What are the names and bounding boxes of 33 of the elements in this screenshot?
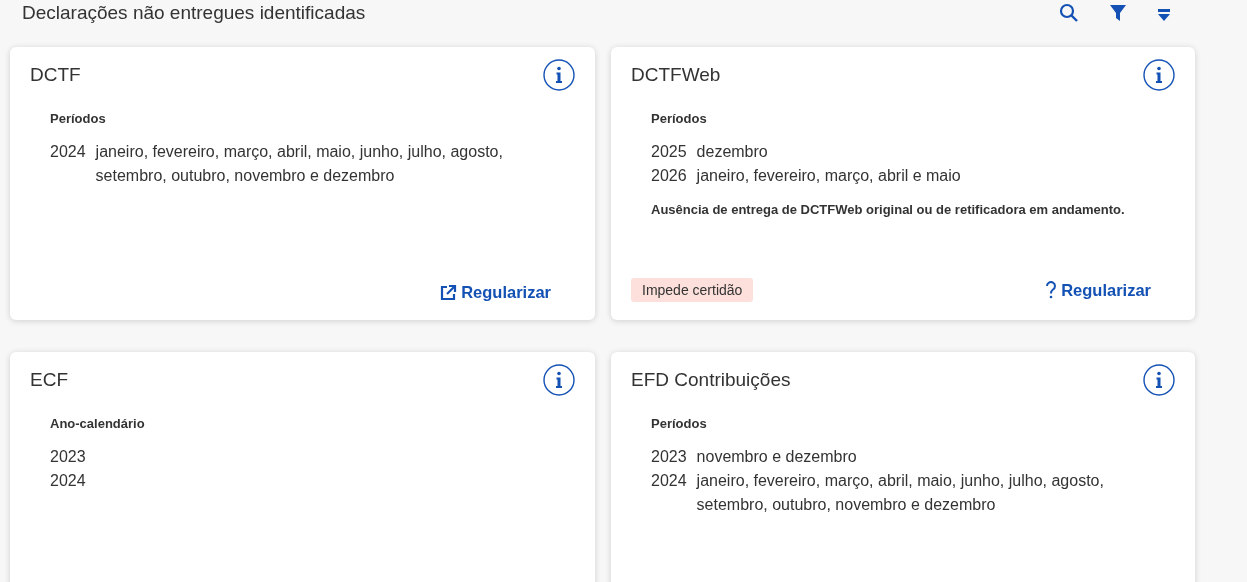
months: janeiro, fevereiro, março, abril, maio, junho, julho, agosto, setembro, outubro, novembro e dezembro: [696, 471, 1105, 515]
external-link-icon: [439, 283, 458, 302]
status-tag: Impede certidão: [631, 278, 754, 302]
search-icon[interactable]: [1059, 3, 1079, 23]
card-title: EFD Contribuições: [631, 369, 791, 391]
regularize-link[interactable]: Regularizar: [1045, 280, 1151, 300]
card-title: DCTF: [30, 64, 81, 86]
card-title: ECF: [30, 369, 68, 391]
page-title: Declarações não entregues identificadas: [22, 2, 367, 24]
year: 2026: [651, 166, 687, 186]
months: janeiro, fevereiro, março, abril e maio: [696, 166, 962, 186]
year: 2025: [651, 142, 687, 162]
year: 2024: [651, 471, 687, 491]
year: 2024: [50, 471, 86, 491]
section-label: Ano-calendário: [50, 416, 146, 431]
year: 2024: [50, 142, 86, 162]
warning-note: Ausência de entrega de DCTFWeb original ou de retificadora em andamento.: [651, 202, 1126, 217]
info-icon[interactable]: [543, 364, 575, 396]
months: janeiro, fevereiro, março, abril, maio, junho, julho, agosto, setembro, outubro, novembro e dezembro: [95, 142, 504, 186]
section-label: Períodos: [651, 111, 708, 126]
question-icon: [1045, 281, 1058, 299]
regularize-link[interactable]: Regularizar: [439, 283, 551, 302]
months: novembro e dezembro: [696, 447, 858, 467]
months: dezembro: [696, 142, 769, 162]
info-icon[interactable]: [1143, 59, 1175, 91]
section-label: Períodos: [50, 111, 107, 126]
year: 2023: [651, 447, 687, 467]
card-title: DCTFWeb: [631, 64, 721, 86]
info-icon[interactable]: [1143, 364, 1175, 396]
section-label: Períodos: [651, 416, 708, 431]
info-icon[interactable]: [543, 59, 575, 91]
year: 2023: [50, 447, 86, 467]
filter-icon[interactable]: [1109, 3, 1127, 23]
